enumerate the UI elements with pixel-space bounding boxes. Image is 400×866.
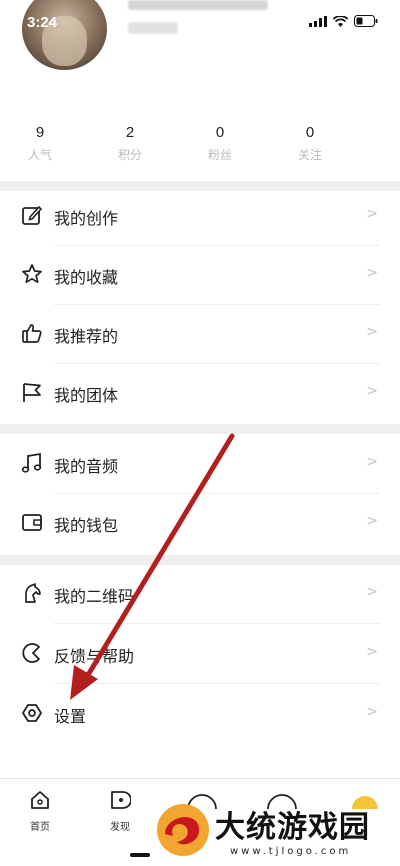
chevron-right-icon: > [366, 206, 378, 222]
menu-item-my-groups[interactable]: 我的团体 > [0, 364, 400, 423]
stat-value: 9 [35, 124, 45, 141]
avatar[interactable] [22, 0, 107, 70]
menu-item-feedback-help[interactable]: 反馈与帮助 > [0, 625, 400, 684]
menu-label: 我的钱包 [54, 516, 119, 535]
chevron-right-icon: > [366, 324, 378, 340]
edit-icon [22, 205, 43, 225]
menu-item-my-wallet[interactable]: 我的钱包 > [0, 494, 400, 553]
status-bar: 3:24 [0, 0, 400, 70]
menu-item-my-audio[interactable]: 我的音频 > [0, 435, 400, 494]
row-divider [54, 683, 380, 684]
menu-label: 我的二维码 [54, 587, 135, 606]
menu-label: 我的音频 [54, 457, 119, 476]
tab-label: 首页 [30, 822, 50, 833]
discover-icon [111, 791, 132, 809]
chevron-right-icon: > [366, 383, 378, 399]
menu-label: 我推荐的 [54, 327, 119, 346]
settings-icon [22, 704, 42, 722]
status-time: 3:24 [27, 14, 58, 31]
menu-label: 我的创作 [54, 209, 119, 228]
tab-discover[interactable]: 发现 [100, 789, 140, 833]
menu-label: 我的团体 [54, 386, 119, 405]
menu-label: 我的收藏 [54, 268, 119, 287]
menu-item-my-recommendations[interactable]: 我推荐的 > [0, 305, 400, 364]
flag-icon [23, 383, 41, 402]
stat-points[interactable]: 2 积分 [80, 124, 180, 174]
watermark: 大统游戏园 www.tjlogo.com [155, 798, 400, 865]
chevron-right-icon: > [366, 704, 378, 720]
wifi-icon [333, 15, 348, 27]
menu-item-my-favorites[interactable]: 我的收藏 > [0, 246, 400, 305]
home-indicator [130, 853, 150, 857]
watermark-logo-icon [157, 804, 209, 856]
profile-stats: 9 人气 2 积分 0 粉丝 0 关注 [0, 124, 400, 174]
menu-item-my-creations[interactable]: 我的创作 > [0, 187, 400, 246]
menu-label: 反馈与帮助 [54, 647, 135, 666]
watermark-url: www.tjlogo.com [230, 846, 352, 857]
stat-value: 0 [305, 124, 315, 141]
menu-item-settings[interactable]: 设置 > [0, 685, 400, 744]
music-icon [21, 452, 42, 473]
stat-fans[interactable]: 0 粉丝 [170, 124, 270, 174]
chevron-right-icon: > [366, 513, 378, 529]
stat-popularity[interactable]: 9 人气 [0, 124, 90, 174]
user-subtitle-blurred [128, 22, 178, 34]
section-divider [0, 555, 400, 565]
qr-icon [25, 583, 41, 603]
stat-following[interactable]: 0 关注 [260, 124, 360, 174]
menu-item-my-qr-code[interactable]: 我的二维码 > [0, 565, 400, 624]
chevron-right-icon: > [366, 265, 378, 281]
stat-value: 2 [125, 124, 135, 141]
stat-label: 关注 [297, 148, 322, 162]
thumbs-up-icon [22, 324, 42, 343]
feedback-icon [22, 643, 40, 663]
signal-icon [309, 15, 327, 27]
chevron-right-icon: > [366, 454, 378, 470]
row-divider [54, 623, 380, 624]
menu-label: 设置 [54, 707, 87, 726]
chevron-right-icon: > [366, 584, 378, 600]
wallet-icon [22, 514, 42, 531]
tab-home[interactable]: 首页 [20, 789, 60, 833]
stat-label: 粉丝 [207, 148, 232, 162]
stat-value: 0 [215, 124, 225, 141]
section-divider [0, 424, 400, 434]
star-icon [22, 264, 42, 284]
status-icons [309, 15, 378, 27]
stat-label: 人气 [27, 148, 52, 162]
username-blurred [128, 0, 268, 10]
stat-label: 积分 [117, 148, 142, 162]
home-icon [31, 791, 49, 809]
tab-label: 发现 [110, 822, 130, 833]
battery-icon [354, 15, 378, 27]
watermark-name: 大统游戏园 [215, 810, 370, 845]
chevron-right-icon: > [366, 644, 378, 660]
